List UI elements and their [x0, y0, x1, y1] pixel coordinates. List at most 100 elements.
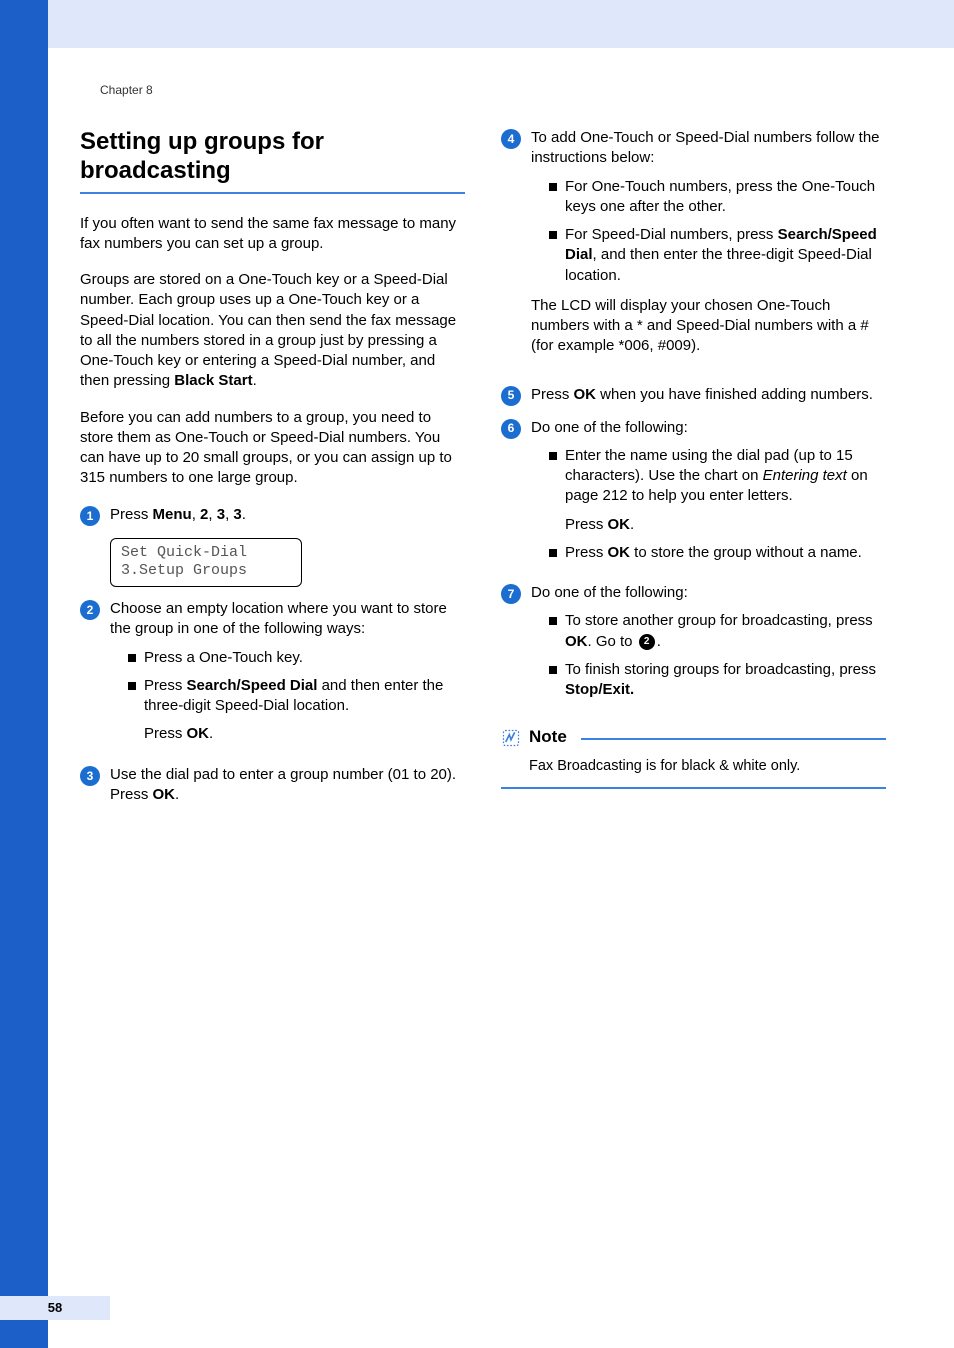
chapter-label: Chapter 8 — [100, 82, 153, 98]
step-3: 3 Use the dial pad to enter a group numb… — [80, 765, 465, 806]
text: Press Search/Speed Dial and then enter t… — [144, 676, 465, 745]
step-body: Press Menu, 2, 3, 3. — [110, 505, 465, 526]
inline-bold: OK — [565, 633, 588, 650]
text: . — [209, 725, 213, 742]
inline-bold: 3 — [217, 506, 225, 523]
text: Press — [110, 786, 153, 803]
text: Press — [565, 516, 608, 533]
step-number-icon: 4 — [501, 129, 521, 149]
note-rule — [581, 737, 886, 740]
intro-paragraph-3: Before you can add numbers to a group, y… — [80, 408, 465, 489]
bullet-item: Enter the name using the dial pad (up to… — [549, 446, 886, 535]
square-bullet-icon — [128, 654, 136, 662]
step-5: 5 Press OK when you have finished adding… — [501, 385, 886, 406]
intro-paragraph-1: If you often want to send the same fax m… — [80, 214, 465, 255]
bullet-item: To finish storing groups for broadcastin… — [549, 660, 886, 701]
step-1: 1 Press Menu, 2, 3, 3. — [80, 505, 465, 526]
text: Press OK. — [565, 515, 886, 535]
bullet-list: To store another group for broadcasting,… — [537, 611, 886, 700]
step-4: 4 To add One-Touch or Speed-Dial numbers… — [501, 128, 886, 373]
note-block: Note Fax Broadcasting is for black & whi… — [501, 726, 886, 789]
left-column: Setting up groups for broadcasting If yo… — [80, 128, 465, 817]
bullet-item: For One-Touch numbers, press the One-Tou… — [549, 177, 886, 218]
inline-bold: OK — [153, 786, 176, 803]
text: Use the dial pad to enter a group number… — [110, 766, 456, 783]
inline-italic: Entering text — [763, 467, 847, 484]
bullet-item: Press a One-Touch key. — [128, 648, 465, 668]
square-bullet-icon — [549, 231, 557, 239]
bullet-item: To store another group for broadcasting,… — [549, 611, 886, 652]
text: Do one of the following: — [531, 419, 688, 436]
square-bullet-icon — [549, 183, 557, 191]
text: To finish storing groups for broadcastin… — [565, 661, 876, 678]
inline-bold: 3 — [233, 506, 241, 523]
lcd-display: Set Quick-Dial 3.Setup Groups — [110, 538, 302, 588]
square-bullet-icon — [549, 549, 557, 557]
right-column: 4 To add One-Touch or Speed-Dial numbers… — [501, 128, 886, 817]
step-2: 2 Choose an empty location where you wan… — [80, 599, 465, 753]
note-title: Note — [529, 726, 567, 749]
square-bullet-icon — [549, 452, 557, 460]
bullet-list: For One-Touch numbers, press the One-Tou… — [537, 177, 886, 286]
text: To finish storing groups for broadcastin… — [565, 660, 886, 701]
inline-bold: Menu — [153, 506, 192, 523]
step-body: Choose an empty location where you want … — [110, 599, 465, 753]
text: Press — [531, 386, 574, 403]
text: For Speed-Dial numbers, press — [565, 226, 778, 243]
inline-bold: Stop/Exit. — [565, 681, 634, 698]
step-7: 7 Do one of the following: To store anot… — [501, 583, 886, 708]
step-body: Do one of the following: To store anothe… — [531, 583, 886, 708]
left-accent-bar — [0, 0, 48, 1348]
step-body: Press OK when you have finished adding n… — [531, 385, 886, 406]
text: . Go to — [588, 633, 637, 650]
intro-paragraph-2: Groups are stored on a One-Touch key or … — [80, 270, 465, 392]
text: . — [630, 516, 634, 533]
text: Press — [144, 725, 187, 742]
step-reference-icon: 2 — [639, 634, 655, 650]
step-number-icon: 5 — [501, 386, 521, 406]
text: . — [253, 372, 257, 389]
bullet-list: Enter the name using the dial pad (up to… — [537, 446, 886, 563]
square-bullet-icon — [128, 682, 136, 690]
section-title: Setting up groups for broadcasting — [80, 128, 465, 186]
bullet-list: Press a One-Touch key. Press Search/Spee… — [116, 648, 465, 745]
text: . — [175, 786, 179, 803]
inline-bold: Search/Speed Dial — [187, 677, 318, 694]
text: Press OK. — [144, 724, 465, 744]
text: to store the group without a name. — [630, 544, 862, 561]
text: , and then enter the three-digit Speed-D… — [565, 246, 872, 283]
step-number-icon: 1 — [80, 506, 100, 526]
text: Press OK to store the group without a na… — [565, 543, 862, 563]
note-header: Note — [501, 726, 886, 749]
text: . — [242, 506, 246, 523]
step-number-icon: 7 — [501, 584, 521, 604]
step-number-icon: 2 — [80, 600, 100, 620]
text: Press a One-Touch key. — [144, 648, 303, 668]
step-body: To add One-Touch or Speed-Dial numbers f… — [531, 128, 886, 373]
lcd-line: 3.Setup Groups — [121, 562, 247, 579]
bullet-item: Press OK to store the group without a na… — [549, 543, 886, 563]
text: To add One-Touch or Speed-Dial numbers f… — [531, 129, 880, 166]
text: , — [208, 506, 216, 523]
inline-bold: OK — [608, 544, 631, 561]
text: Groups are stored on a One-Touch key or … — [80, 271, 456, 389]
inline-bold: OK — [608, 516, 631, 533]
page: Chapter 8 Setting up groups for broadcas… — [0, 0, 954, 1348]
step-number-icon: 6 — [501, 419, 521, 439]
note-body: Fax Broadcasting is for black & white on… — [529, 757, 886, 777]
text: Press — [565, 544, 608, 561]
bullet-item: Press Search/Speed Dial and then enter t… — [128, 676, 465, 745]
note-icon — [501, 728, 521, 748]
title-underline — [80, 192, 465, 194]
page-number: 58 — [48, 1299, 62, 1317]
content-area: Setting up groups for broadcasting If yo… — [80, 128, 886, 817]
square-bullet-icon — [549, 617, 557, 625]
text: To store another group for broadcasting,… — [565, 612, 873, 629]
text: when you have finished adding numbers. — [596, 386, 873, 403]
inline-bold: OK — [187, 725, 210, 742]
page-number-box: 58 — [0, 1296, 110, 1320]
text: Do one of the following: — [531, 584, 688, 601]
step-body: Use the dial pad to enter a group number… — [110, 765, 465, 806]
text: For One-Touch numbers, press the One-Tou… — [565, 177, 886, 218]
text: . — [657, 633, 661, 650]
